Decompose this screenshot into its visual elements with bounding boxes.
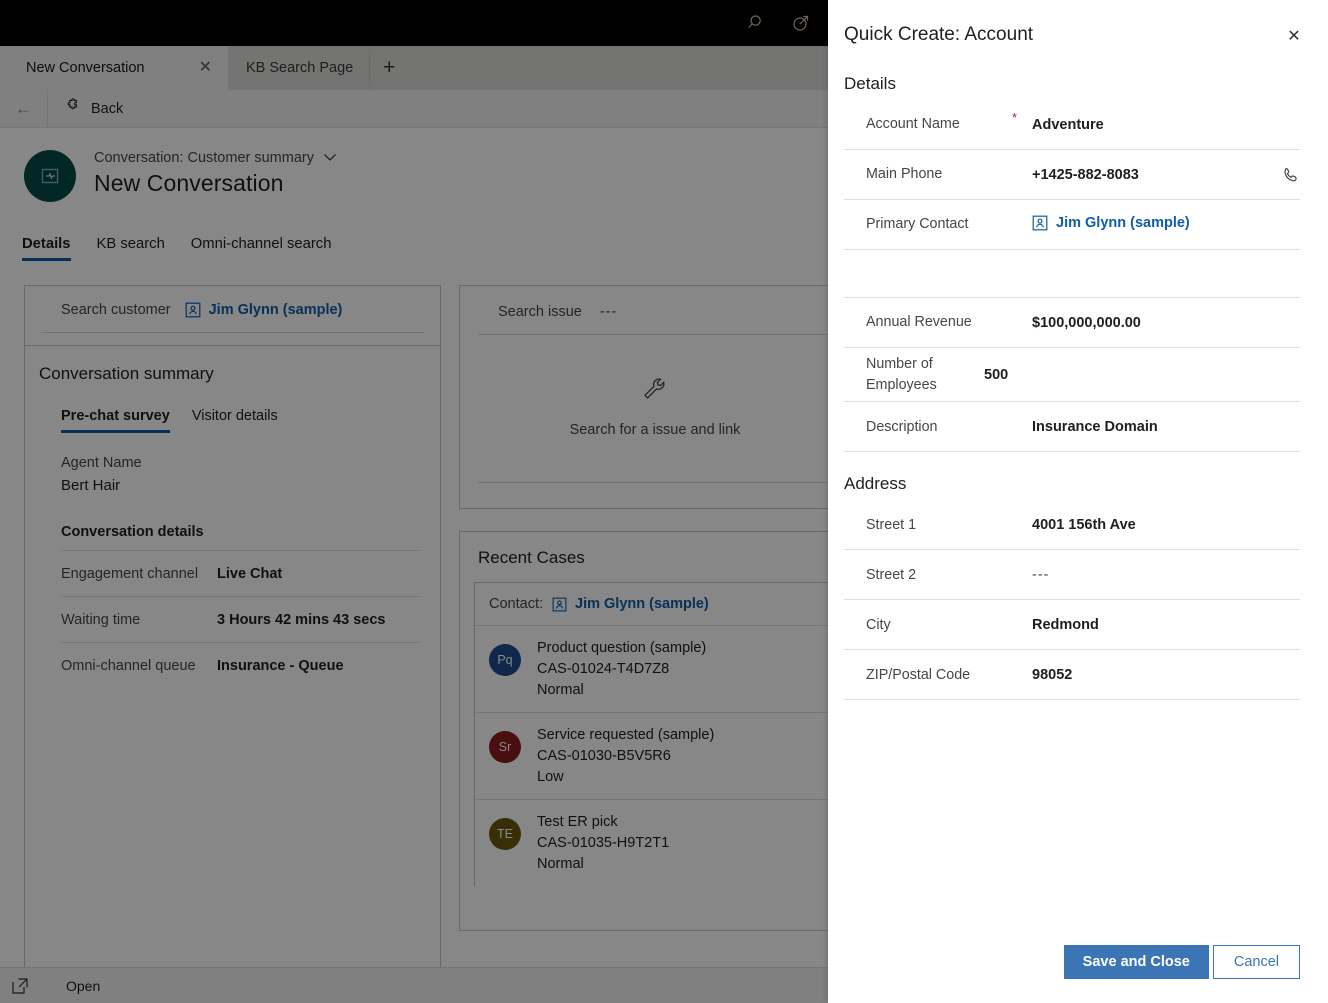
quick-create-body: Details Account Name * Adventure Main Ph… xyxy=(828,52,1328,945)
field-value: Redmond xyxy=(1032,617,1266,633)
required-indicator xyxy=(964,354,984,358)
field-label: Annual Revenue xyxy=(844,312,1012,333)
required-indicator xyxy=(1012,156,1032,160)
field-label: Description xyxy=(844,417,1012,438)
quick-create-header: Quick Create: Account ✕ xyxy=(828,0,1328,52)
field-value: +1425-882-8083 xyxy=(1032,167,1266,183)
field-label: Primary Contact xyxy=(844,214,1012,235)
field-street-2[interactable]: Street 2 --- xyxy=(844,550,1300,600)
field-label: ZIP/Postal Code xyxy=(844,665,1012,686)
field-street-1[interactable]: Street 1 4001 156th Ave xyxy=(844,500,1300,550)
field-value: Insurance Domain xyxy=(1032,419,1266,435)
save-and-close-button[interactable]: Save and Close xyxy=(1064,945,1209,979)
required-indicator xyxy=(1012,506,1032,510)
field-city[interactable]: City Redmond xyxy=(844,600,1300,650)
field-annual-revenue[interactable]: Annual Revenue $100,000,000.00 xyxy=(844,298,1300,348)
field-account-name[interactable]: Account Name * Adventure xyxy=(844,100,1300,150)
field-label: Account Name xyxy=(844,114,1012,135)
quick-create-footer: Save and Close Cancel xyxy=(828,945,1328,1003)
field-label: Main Phone xyxy=(844,164,1012,185)
field-number-of-employees[interactable]: Number of Employees 500 xyxy=(844,348,1300,402)
contact-lookup-icon xyxy=(1032,215,1048,231)
details-field-group: Account Name * Adventure Main Phone +142… xyxy=(844,100,1300,452)
field-spacer xyxy=(844,250,1300,298)
field-value: Jim Glynn (sample) xyxy=(1032,215,1266,235)
quick-create-title: Quick Create: Account xyxy=(844,24,1278,46)
required-indicator xyxy=(1012,408,1032,412)
phone-icon[interactable] xyxy=(1266,166,1300,184)
modal-overlay[interactable] xyxy=(0,0,828,1003)
field-description[interactable]: Description Insurance Domain xyxy=(844,402,1300,452)
required-indicator xyxy=(1012,656,1032,660)
app-root: New Conversation ✕ KB Search Page + ← Ba… xyxy=(0,0,1328,1003)
field-value: Adventure xyxy=(1032,117,1266,133)
required-indicator xyxy=(1012,556,1032,560)
field-value: 500 xyxy=(984,367,1266,383)
required-indicator xyxy=(1012,206,1032,210)
required-indicator xyxy=(1012,606,1032,610)
address-field-group: Street 1 4001 156th Ave Street 2 --- Cit… xyxy=(844,500,1300,700)
cancel-button[interactable]: Cancel xyxy=(1213,945,1300,979)
field-label: Number of Employees xyxy=(844,354,964,395)
field-label: Street 2 xyxy=(844,565,1012,586)
field-value: 98052 xyxy=(1032,667,1266,683)
field-value: --- xyxy=(1032,567,1266,583)
quick-create-panel: Quick Create: Account ✕ Details Account … xyxy=(828,0,1328,1003)
close-icon[interactable]: ✕ xyxy=(1278,20,1310,52)
required-indicator xyxy=(1012,304,1032,308)
field-value: $100,000,000.00 xyxy=(1032,315,1266,331)
field-label: City xyxy=(844,615,1012,636)
field-main-phone[interactable]: Main Phone +1425-882-8083 xyxy=(844,150,1300,200)
field-value: 4001 156th Ave xyxy=(1032,517,1266,533)
field-label: Street 1 xyxy=(844,515,1012,536)
field-primary-contact[interactable]: Primary Contact Jim Glynn (sample) xyxy=(844,200,1300,250)
section-heading-details: Details xyxy=(844,52,1300,100)
section-heading-address: Address xyxy=(844,452,1300,500)
field-zip-postal-code[interactable]: ZIP/Postal Code 98052 xyxy=(844,650,1300,700)
required-indicator: * xyxy=(1012,106,1032,125)
primary-contact-link[interactable]: Jim Glynn (sample) xyxy=(1032,215,1190,231)
primary-contact-link-text: Jim Glynn (sample) xyxy=(1056,215,1190,231)
